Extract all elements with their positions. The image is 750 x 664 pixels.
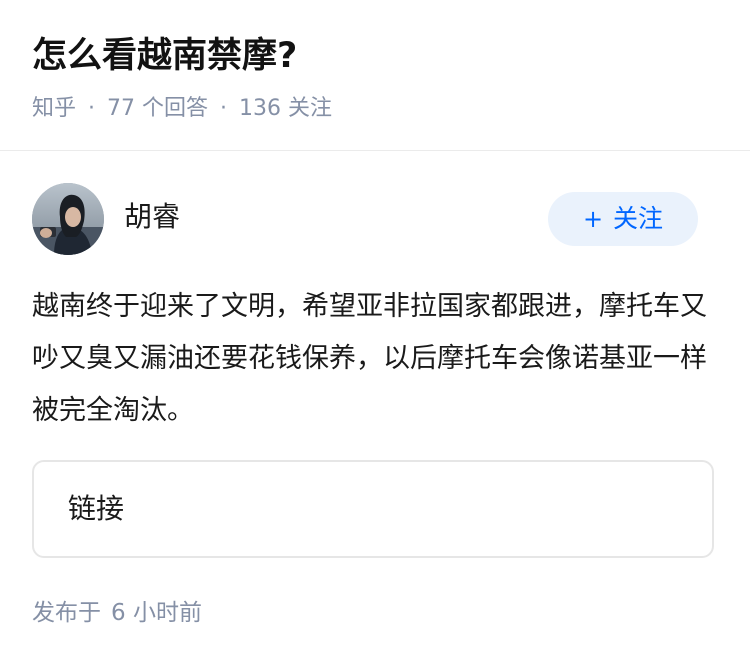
publish-time-value: 6 小时前 (111, 600, 202, 626)
followers-label[interactable]: 关注 (288, 96, 332, 121)
link-card[interactable]: 链接 (32, 460, 714, 558)
author-name[interactable]: 胡睿 (124, 197, 180, 237)
question-title[interactable]: 怎么看越南禁摩? (32, 28, 718, 84)
question-header: 怎么看越南禁摩? 知乎 · 77 个回答 · 136 关注 (32, 28, 718, 126)
publish-prefix: 发布于 (32, 600, 101, 626)
link-label: 链接 (68, 492, 125, 525)
source-label[interactable]: 知乎 (32, 96, 76, 121)
author-row: 胡睿 + 关注 (32, 183, 698, 257)
follow-button[interactable]: + 关注 (548, 192, 698, 246)
avatar-image (32, 183, 104, 255)
answer-content[interactable]: 越南终于迎来了文明，希望亚非拉国家都跟进，摩托车又吵又臭又漏油还要花钱保养，以后… (32, 281, 710, 437)
plus-icon: + (582, 205, 604, 233)
meta-separator: · (88, 96, 96, 121)
question-meta: 知乎 · 77 个回答 · 136 关注 (32, 92, 718, 126)
followers-count[interactable]: 136 (239, 96, 281, 121)
answers-label[interactable]: 个回答 (142, 96, 208, 121)
publish-time: 发布于 6 小时前 (32, 595, 202, 631)
meta-separator: · (220, 96, 228, 121)
section-divider (0, 150, 750, 151)
follow-label: 关注 (613, 204, 664, 233)
answers-count[interactable]: 77 (107, 96, 135, 121)
avatar-photo-icon[interactable] (32, 183, 104, 255)
